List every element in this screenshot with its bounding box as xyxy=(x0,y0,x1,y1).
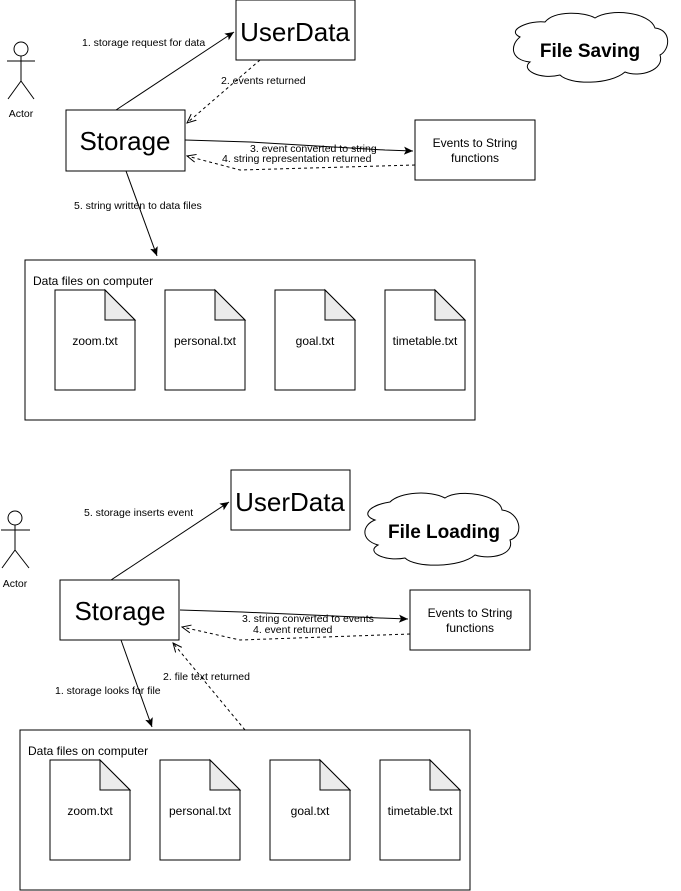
file-name: zoom.txt xyxy=(67,804,113,818)
message-1-label: 1. storage request for data xyxy=(82,37,205,49)
actor-label: Actor xyxy=(3,578,28,590)
converter-label-line1: Events to String xyxy=(428,606,513,620)
file-name: personal.txt xyxy=(169,804,232,818)
message-2-label: 2. events returned xyxy=(221,75,306,87)
file-name: goal.txt xyxy=(291,804,330,818)
storage-label: Storage xyxy=(74,596,165,626)
container-label: Data files on computer xyxy=(28,744,148,758)
file-name: goal.txt xyxy=(296,334,335,348)
message-4-label: 4. event returned xyxy=(253,624,333,636)
file-name: personal.txt xyxy=(174,334,237,348)
message-1-label: 1. storage looks for file xyxy=(55,685,161,697)
file-saving-diagram: Actor UserData File Saving Storage Event… xyxy=(7,0,669,421)
container-label: Data files on computer xyxy=(33,274,153,288)
actor-icon xyxy=(7,41,35,100)
userdata-label: UserData xyxy=(240,17,350,47)
arrow-2 xyxy=(173,643,246,731)
actor-label: Actor xyxy=(9,108,34,120)
arrow-5 xyxy=(125,170,158,257)
converter-label-line2: functions xyxy=(446,621,494,635)
message-5-label: 5. string written to data files xyxy=(74,200,202,212)
file-name: zoom.txt xyxy=(72,334,118,348)
message-4-label: 4. string representation returned xyxy=(222,153,372,165)
diagram-title: File Saving xyxy=(540,41,640,62)
storage-label: Storage xyxy=(79,126,170,156)
diagram-canvas: Actor UserData File Saving Storage Event… xyxy=(1,0,669,891)
file-loading-diagram: Actor UserData File Loading Storage Even… xyxy=(1,469,531,891)
converter-box xyxy=(409,589,531,651)
arrow-2 xyxy=(187,59,261,123)
converter-label-line1: Events to String xyxy=(433,136,518,150)
file-name: timetable.txt xyxy=(388,804,453,818)
file-name: timetable.txt xyxy=(393,334,458,348)
actor-icon xyxy=(1,510,30,569)
converter-box xyxy=(414,119,536,181)
arrow-1 xyxy=(120,639,153,728)
message-5-label: 5. storage inserts event xyxy=(84,507,193,519)
message-2-label: 2. file text returned xyxy=(163,671,250,683)
converter-label-line2: functions xyxy=(451,151,499,165)
userdata-label: UserData xyxy=(235,487,345,517)
diagram-title: File Loading xyxy=(388,522,500,543)
